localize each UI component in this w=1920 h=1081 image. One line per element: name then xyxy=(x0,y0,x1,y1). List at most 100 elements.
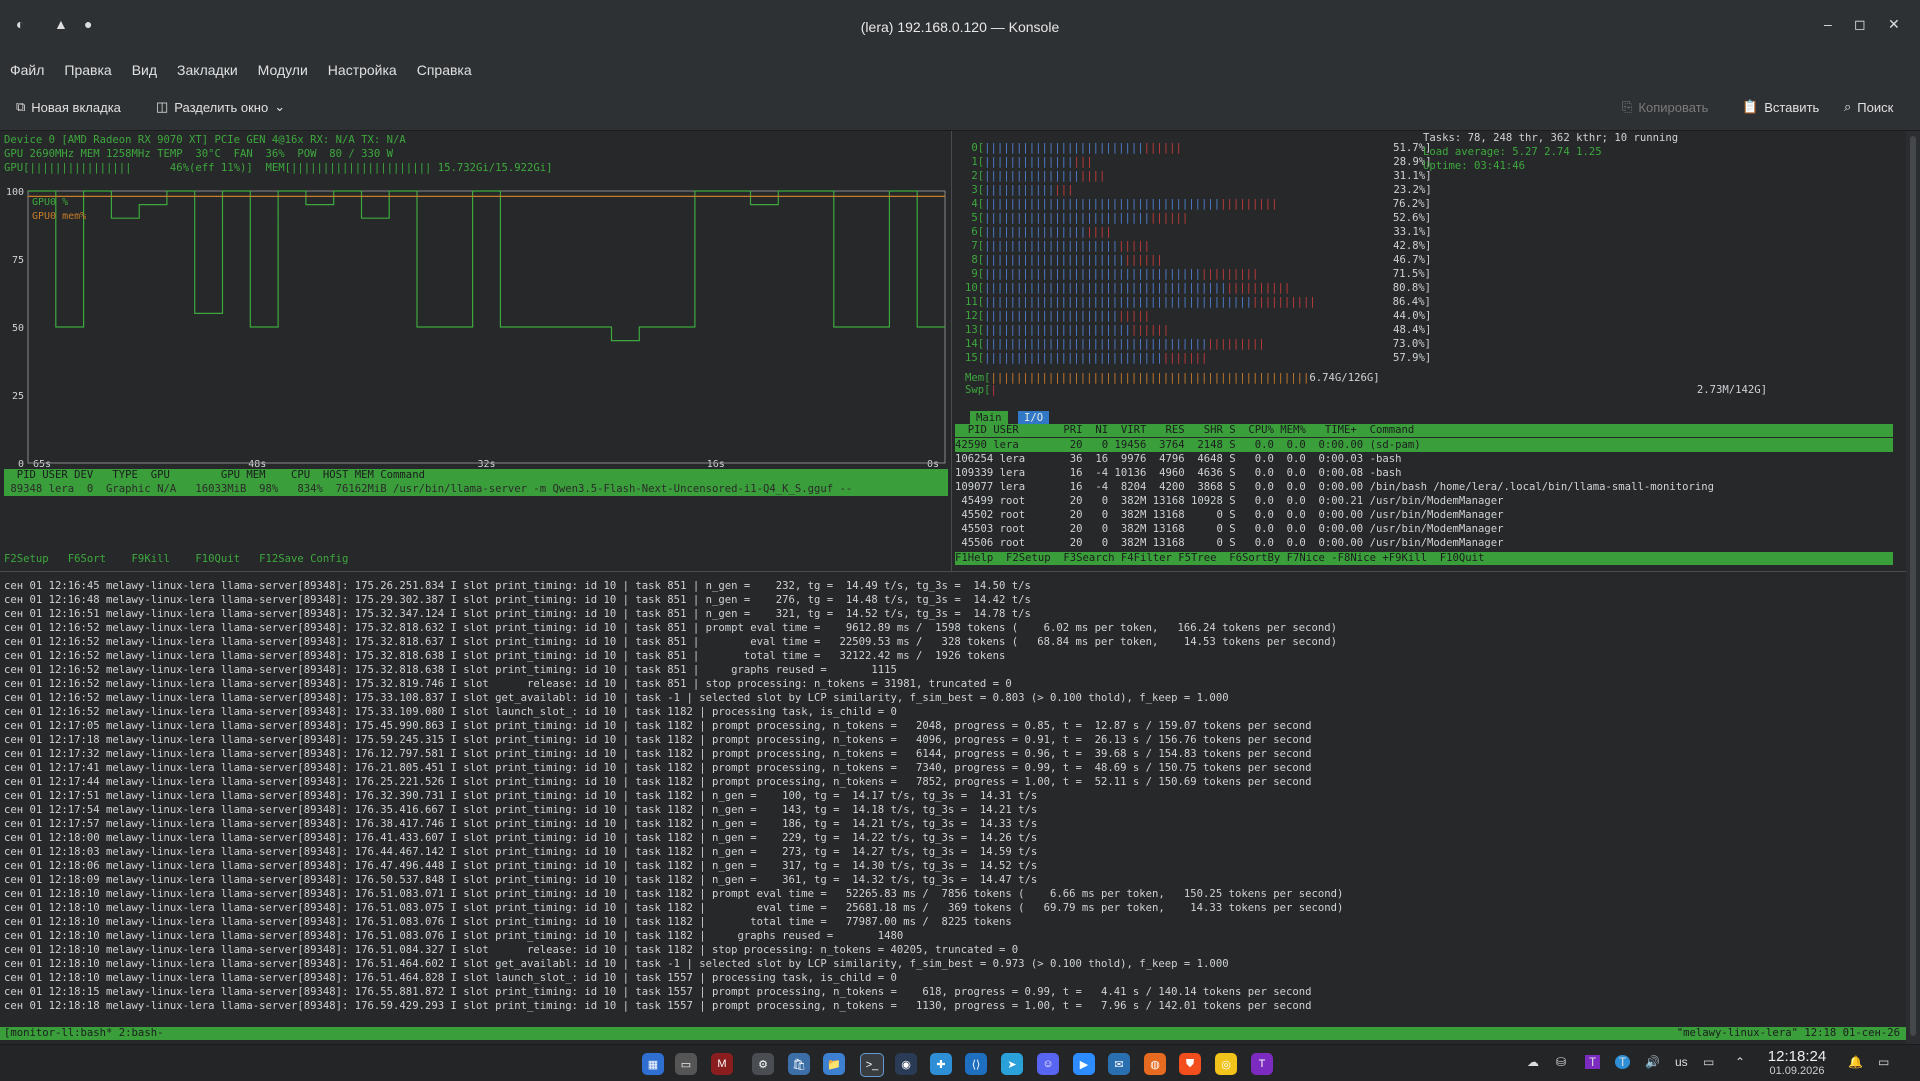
store-icon[interactable]: 🛍 xyxy=(788,1053,810,1075)
y-tick-label: 25 xyxy=(12,391,24,402)
cpu-meter-13: 13[||||||||||||||||||||||||||||| 48.4%] xyxy=(965,324,1432,336)
log-line: сен 01 12:17:32 melawy-linux-lera llama-… xyxy=(4,748,1312,760)
log-line: сен 01 12:18:10 melawy-linux-lera llama-… xyxy=(4,902,1344,914)
scrollbar-thumb[interactable] xyxy=(1910,136,1916,1036)
monitor-icon[interactable]: ◉ xyxy=(895,1053,917,1075)
menu-view[interactable]: Вид xyxy=(132,62,157,78)
cpu-meter-12: 12[|||||||||||||||||||||||||| 44.0%] xyxy=(965,310,1432,322)
log-line: сен 01 12:16:52 melawy-linux-lera llama-… xyxy=(4,650,1006,662)
paste-icon: 📋 xyxy=(1742,99,1759,114)
chevron-down-icon: ⌄ xyxy=(274,99,286,114)
log-line: сен 01 12:16:52 melawy-linux-lera llama-… xyxy=(4,678,1012,690)
maximize-icon[interactable]: ◻ xyxy=(1854,16,1866,33)
menu-bookmarks[interactable]: Закладки xyxy=(177,62,238,78)
thunderbird-icon[interactable]: ✉ xyxy=(1108,1053,1130,1075)
cpu-meter-7: 7[|||||||||||||||||||||||||| 42.8%] xyxy=(965,240,1432,252)
htop-process-row[interactable]: 45506 root 20 0 382M 13168 0 S 0.0 0.0 0… xyxy=(955,536,1503,550)
htop-process-row[interactable]: 109077 lera 16 -4 8204 4200 3868 S 0.0 0… xyxy=(955,480,1714,494)
menu-settings[interactable]: Настройка xyxy=(328,62,397,78)
log-line: сен 01 12:17:51 melawy-linux-lera llama-… xyxy=(4,790,1038,802)
search-button[interactable]: ⌕ Поиск xyxy=(1844,99,1893,115)
file-manager-icon[interactable]: 📁 xyxy=(823,1053,845,1075)
menu-help[interactable]: Справка xyxy=(417,62,472,78)
firefox-icon[interactable]: ◍ xyxy=(1144,1053,1166,1075)
tray-network-icon[interactable]: ☁ xyxy=(1527,1055,1539,1069)
log-line: сен 01 12:18:10 melawy-linux-lera llama-… xyxy=(4,888,1344,900)
scrollbar[interactable] xyxy=(1906,131,1920,1044)
log-line: сен 01 12:17:54 melawy-linux-lera llama-… xyxy=(4,804,1038,816)
cpu-meter-4: 4[||||||||||||||||||||||||||||||||||||||… xyxy=(965,198,1432,210)
htop-process-row[interactable]: 42590 lera 20 0 19456 3764 2148 S 0.0 0.… xyxy=(955,438,1893,452)
htop-process-row[interactable]: 109339 lera 16 -4 10136 4960 4636 S 0.0 … xyxy=(955,466,1401,480)
tray-telegram-icon[interactable]: T xyxy=(1615,1055,1631,1069)
htop-process-row[interactable]: 45499 root 20 0 382M 13168 10928 S 0.0 0… xyxy=(955,494,1503,508)
legend-entry: GPU0 % xyxy=(32,197,68,208)
log-line: сен 01 12:16:52 melawy-linux-lera llama-… xyxy=(4,622,1337,634)
chrome-icon[interactable]: ◎ xyxy=(1215,1053,1237,1075)
nvtop-gpu-bar: GPU[|||||||||||||||| 46%(eff 11%)] MEM[|… xyxy=(4,162,553,174)
htop-process-row[interactable]: 45503 root 20 0 382M 13168 0 S 0.0 0.0 0… xyxy=(955,522,1503,536)
y-tick-label: 100 xyxy=(6,187,24,198)
htop-process-row[interactable]: 45502 root 20 0 382M 13168 0 S 0.0 0.0 0… xyxy=(955,508,1503,522)
log-line: сен 01 12:16:52 melawy-linux-lera llama-… xyxy=(4,692,1229,704)
log-line: сен 01 12:16:52 melawy-linux-lera llama-… xyxy=(4,706,897,718)
htop-load-average: Load average: 5.27 2.74 1.25 xyxy=(1423,146,1602,158)
new-tab-icon: ⧉ xyxy=(16,99,26,114)
nvtop-process-row[interactable]: 89348 lera 0 Graphic N/A 16033MiB 98% 83… xyxy=(4,482,948,496)
log-line: сен 01 12:18:10 melawy-linux-lera llama-… xyxy=(4,916,1012,928)
nvtop-function-keys: F2Setup F6Sort F9Kill F10Quit F12Save Co… xyxy=(4,553,349,565)
tray-storage-icon[interactable]: ⛁ xyxy=(1556,1055,1566,1069)
zoom-icon[interactable]: ▶ xyxy=(1073,1053,1095,1075)
search-icon: ⌕ xyxy=(1844,99,1852,114)
menu-plugins[interactable]: Модули xyxy=(258,62,308,78)
menu-file[interactable]: Файл xyxy=(10,62,44,78)
system-settings-icon[interactable]: ⚙ xyxy=(752,1053,774,1075)
discord-icon[interactable]: ☺ xyxy=(1037,1053,1059,1075)
log-line: сен 01 12:17:57 melawy-linux-lera llama-… xyxy=(4,818,1038,830)
tab-main[interactable]: Main xyxy=(970,411,1008,425)
clock[interactable]: 12:18:24 01.09.2026 xyxy=(1758,1048,1836,1077)
terminal-area[interactable]: Device 0 [AMD Radeon RX 9070 XT] PCIe GE… xyxy=(0,131,1906,1044)
copy-button[interactable]: ⎘ Копировать xyxy=(1622,99,1708,115)
minimize-icon[interactable]: – xyxy=(1824,16,1832,32)
close-icon[interactable]: ✕ xyxy=(1888,16,1900,33)
volume-icon[interactable]: 🔊 xyxy=(1645,1055,1660,1069)
log-line: сен 01 12:18:15 melawy-linux-lera llama-… xyxy=(4,986,1312,998)
cpu-meter-2: 2[||||||||||||||||||| 31.1%] xyxy=(965,170,1432,182)
copy-icon: ⎘ xyxy=(1622,99,1633,114)
start-menu-icon[interactable]: ▦ xyxy=(642,1053,664,1075)
menu-edit[interactable]: Правка xyxy=(64,62,111,78)
network-app-icon[interactable]: ✚ xyxy=(930,1053,952,1075)
keyboard-layout[interactable]: us xyxy=(1675,1055,1688,1069)
notifications-icon[interactable]: 🔔 xyxy=(1848,1055,1863,1069)
x-tick-label: 0s xyxy=(927,459,939,469)
split-view-button[interactable]: ◫ Разделить окно ⌄ xyxy=(156,99,285,115)
konsole-icon[interactable]: >_ xyxy=(860,1053,884,1077)
brave-icon[interactable]: ⛊ xyxy=(1179,1053,1201,1075)
pane-divider-horizontal[interactable] xyxy=(0,571,1906,572)
legend-entry: GPU0 mem% xyxy=(32,211,86,222)
htop-process-row[interactable]: 106254 lera 36 16 9976 4796 4648 S 0.0 0… xyxy=(955,452,1401,466)
tray-app-icon[interactable]: T xyxy=(1585,1055,1601,1069)
display-icon[interactable]: ▭ xyxy=(1703,1055,1714,1069)
pane-divider[interactable] xyxy=(951,131,952,571)
telegram-icon[interactable]: ➤ xyxy=(1001,1053,1023,1075)
gpu-usage-chart: 100 75 50 25 0 65s 48s 32s 16s 0s GPU0 % GPU0 mem… xyxy=(6,187,946,469)
paste-button[interactable]: 📋 Вставить xyxy=(1742,99,1819,115)
terminal-app-icon[interactable]: T xyxy=(1251,1053,1273,1075)
cpu-meter-10: 10[|||||||||||||||||||||||||||||||||||||… xyxy=(965,282,1431,294)
vscode-icon[interactable]: ⟨⟩ xyxy=(965,1053,987,1075)
tab-io[interactable]: I/O xyxy=(1018,411,1050,425)
new-tab-button[interactable]: ⧉ Новая вкладка xyxy=(16,99,121,115)
app-launcher-icon[interactable]: M xyxy=(711,1053,733,1075)
show-desktop-icon[interactable]: ▭ xyxy=(1878,1055,1889,1069)
x-tick-label: 32s xyxy=(477,459,495,469)
tray-expand-icon[interactable]: ⌃ xyxy=(1735,1055,1745,1069)
log-line: сен 01 12:18:18 melawy-linux-lera llama-… xyxy=(4,1000,1312,1012)
y-tick-label: 50 xyxy=(12,323,24,334)
desktop-icon[interactable]: ▭ xyxy=(675,1053,697,1075)
tmux-windows[interactable]: [monitor-ll:bash* 2:bash- xyxy=(4,1027,163,1040)
y-tick-label: 75 xyxy=(12,255,24,266)
log-line: сен 01 12:16:45 melawy-linux-lera llama-… xyxy=(4,580,1031,592)
x-tick-label: 48s xyxy=(248,459,266,469)
